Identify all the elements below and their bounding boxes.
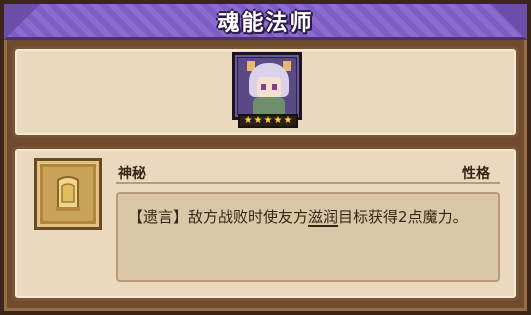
description-prefix: 【遗言】敌方战败时使友方 bbox=[128, 208, 309, 226]
star-icon: ★ bbox=[283, 115, 293, 126]
description-suffix: 目标获得2点魔力。 bbox=[338, 208, 468, 226]
star-icon: ★ bbox=[243, 115, 253, 126]
character-portrait[interactable] bbox=[232, 52, 302, 120]
star-icon: ★ bbox=[263, 115, 273, 126]
card-title: 魂能法师 bbox=[217, 10, 314, 36]
keyword-link[interactable]: 滋润 bbox=[308, 208, 338, 226]
header-corner-left bbox=[4, 4, 40, 40]
trait-description: 【遗言】敌方战败时使友方滋润目标获得2点魔力。 bbox=[128, 204, 488, 230]
star-rating: ★ ★ ★ ★ ★ bbox=[238, 114, 298, 128]
golden-tablet-icon[interactable] bbox=[34, 158, 102, 230]
card-header: 魂能法师 bbox=[4, 4, 527, 40]
trait-type-label: 性格 bbox=[462, 166, 490, 182]
trait-name: 神秘 bbox=[118, 166, 146, 182]
star-icon: ★ bbox=[273, 115, 283, 126]
trait-description-box: 【遗言】敌方战败时使友方滋润目标获得2点魔力。 bbox=[116, 192, 500, 282]
divider bbox=[116, 182, 500, 184]
header-corner-right bbox=[491, 4, 527, 40]
star-icon: ★ bbox=[253, 115, 263, 126]
tablet-glyph-icon bbox=[56, 176, 80, 211]
